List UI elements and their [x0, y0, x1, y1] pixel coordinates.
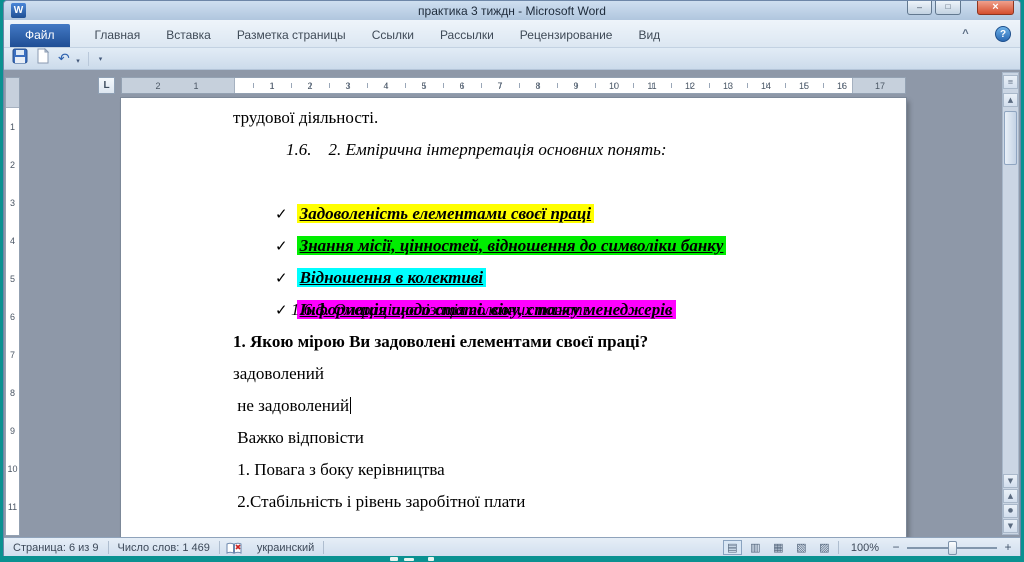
paragraph-text: не задоволений [233, 396, 349, 415]
paragraph[interactable]: задоволений [233, 358, 324, 390]
tab-file[interactable]: Файл [10, 24, 70, 47]
paragraph-text: 1.6.3. Операціоналізація головних понять [291, 300, 590, 319]
close-button[interactable]: × [977, 1, 1014, 15]
tab-insert[interactable]: Вставка [153, 24, 224, 47]
scroll-down-icon[interactable]: ▼ [1003, 474, 1018, 488]
text-cursor [350, 397, 351, 414]
vertical-ruler[interactable]: 1234567891011 [5, 77, 20, 536]
tab-references[interactable]: Ссылки [359, 24, 427, 47]
horizontal-ruler[interactable]: 21 1234567891011121314151617 [121, 77, 906, 94]
paragraph[interactable]: 1. Повага з боку керівництва [233, 454, 445, 486]
new-document-icon[interactable] [36, 48, 50, 69]
title-bar[interactable]: W практика 3 тиждн - Microsoft Word – □ … [4, 1, 1020, 20]
heading-paragraph[interactable]: 1.6.3. Операціоналізація головних понять [291, 294, 590, 326]
vertical-scrollbar[interactable]: ≡ ▲ ▼ ▲ ● ▼ [1002, 72, 1019, 535]
word-logo-icon: W [11, 3, 26, 18]
paragraph-text: Важко відповісти [233, 428, 364, 447]
paragraph-text: 1. Повага з боку керівництва [233, 460, 445, 479]
tab-page-layout[interactable]: Разметка страницы [224, 24, 359, 47]
window-title: практика 3 тиждн - Microsoft Word [418, 4, 606, 18]
checkmark-bullet-icon: ✓ [275, 301, 288, 319]
language-indicator[interactable]: украинский [248, 542, 323, 554]
previous-page-icon[interactable]: ▲ [1003, 489, 1018, 503]
paragraph-text: трудової діяльності. [233, 108, 378, 127]
zoom-out-icon[interactable]: − [889, 541, 903, 555]
tab-review[interactable]: Рецензирование [507, 24, 626, 47]
status-left-group: Страница: 6 из 9 Число слов: 1 469 украи… [4, 538, 324, 556]
proofing-status-icon[interactable] [220, 541, 248, 555]
scrollbar-thumb[interactable] [1004, 111, 1017, 165]
next-page-icon[interactable]: ▼ [1003, 519, 1018, 533]
status-separator [323, 541, 324, 554]
paragraph-text: 2.Стабільність і рівень заробітної плати [233, 492, 525, 511]
fullscreen-reading-view-icon[interactable]: ▥ [746, 540, 765, 555]
document-area: L 21 1234567891011121314151617 123456789… [4, 70, 1020, 537]
word-window: W практика 3 тиждн - Microsoft Word – □ … [3, 0, 1021, 556]
document-page[interactable]: трудової діяльності. 1.6. 2. Емпірична і… [121, 98, 906, 537]
heading-paragraph[interactable]: 1.6. 2. Емпірична інтерпретація основних… [286, 134, 667, 166]
ruler-margin-numbers: 21 [139, 78, 215, 93]
desktop-artifact [428, 557, 434, 561]
status-separator [838, 541, 839, 554]
collapse-ribbon-icon[interactable]: ^ [957, 28, 974, 43]
bulleted-item[interactable]: ✓Інформація щодо статі. віку, стажу мене… [241, 262, 676, 294]
undo-icon: ↶ [58, 51, 70, 67]
paragraph[interactable]: трудової діяльності. [233, 102, 378, 134]
web-layout-view-icon[interactable]: ▦ [769, 540, 788, 555]
customize-qat-icon[interactable]: ▾ [99, 55, 103, 63]
zoom-slider[interactable] [907, 547, 997, 549]
zoom-slider-thumb[interactable] [948, 541, 957, 555]
browse-object-icon[interactable]: ● [1003, 504, 1018, 518]
bulleted-item[interactable]: ✓Задоволеність елементами своєї праці [241, 166, 594, 198]
draft-view-icon[interactable]: ▨ [815, 540, 834, 555]
word-count-indicator[interactable]: Число слов: 1 469 [109, 542, 219, 554]
question-paragraph[interactable]: 1. Якою мірою Ви задоволені елементами с… [233, 326, 648, 358]
page-number-indicator[interactable]: Страница: 6 из 9 [4, 542, 108, 554]
bulleted-item[interactable]: ✓Знання місії, цінностей, відношення до … [241, 198, 726, 230]
window-controls: – □ × [907, 1, 1014, 15]
desktop-artifact [390, 557, 398, 561]
quick-access-toolbar: ↶ ▾ ▾ [4, 48, 1020, 70]
paragraph-text: задоволений [233, 364, 324, 383]
maximize-button[interactable]: □ [935, 1, 961, 15]
toolbar-separator [88, 52, 89, 66]
ruler-numbers: 1234567891011121314151617 [253, 78, 899, 93]
zoom-level[interactable]: 100% [843, 542, 885, 554]
paragraph[interactable]: 2.Стабільність і рівень заробітної плати [233, 486, 525, 518]
ribbon-tab-row: Файл Главная Вставка Разметка страницы С… [4, 20, 1020, 48]
outline-view-icon[interactable]: ▧ [792, 540, 811, 555]
status-right-group: ▤ ▥ ▦ ▧ ▨ 100% − + [723, 538, 1015, 556]
vertical-ruler-numbers: 1234567891011 [6, 108, 19, 526]
paragraph[interactable]: Важко відповісти [233, 422, 364, 454]
ruler-toggle-icon[interactable]: ≡ [1003, 75, 1018, 89]
print-layout-view-icon[interactable]: ▤ [723, 540, 742, 555]
help-icon[interactable]: ? [995, 26, 1011, 42]
tab-stop-selector[interactable]: L [98, 77, 115, 94]
zoom-in-icon[interactable]: + [1001, 541, 1015, 555]
undo-dropdown-icon[interactable]: ▾ [76, 57, 80, 65]
tab-home[interactable]: Главная [82, 24, 154, 47]
status-bar: Страница: 6 из 9 Число слов: 1 469 украи… [4, 537, 1020, 556]
paragraph-text: 1. Якою мірою Ви задоволені елементами с… [233, 332, 648, 351]
desktop-artifact [404, 558, 414, 561]
paragraph-text: 1.6. 2. Емпірична інтерпретація основних… [286, 140, 667, 159]
tab-mailings[interactable]: Рассылки [427, 24, 507, 47]
tab-view[interactable]: Вид [625, 24, 673, 47]
bulleted-item[interactable]: ✓Відношення в колективі [241, 230, 486, 262]
save-icon[interactable] [12, 48, 28, 69]
paragraph[interactable]: не задоволений [233, 390, 351, 422]
minimize-button[interactable]: – [907, 1, 932, 15]
ruler-top-margin-zone [6, 78, 19, 108]
undo-button[interactable]: ↶ ▾ [58, 50, 80, 68]
scroll-up-icon[interactable]: ▲ [1003, 93, 1018, 107]
